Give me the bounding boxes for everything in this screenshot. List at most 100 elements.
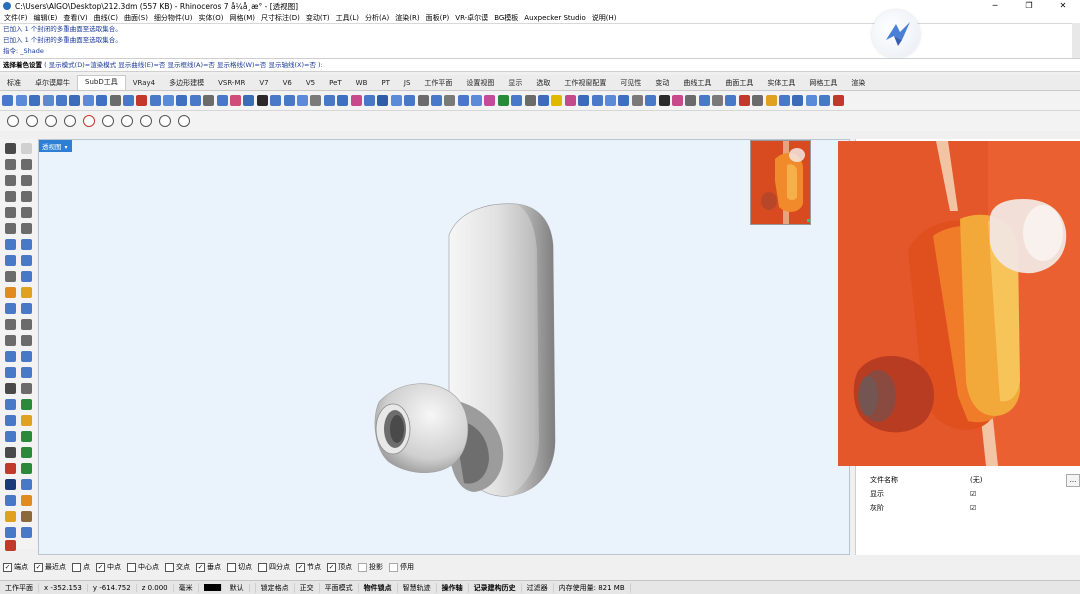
menu-view[interactable]: 查看(V) (63, 13, 87, 23)
shell-icon[interactable] (21, 303, 32, 314)
tab-wb[interactable]: WB (349, 77, 375, 90)
subd-refine-icon[interactable] (444, 95, 456, 106)
point-icon[interactable] (21, 143, 32, 154)
menu-file[interactable]: 文件(F) (4, 13, 28, 23)
osnap-perp[interactable]: ✓ 垂点 (196, 562, 221, 572)
menu-render[interactable]: 渲染(R) (395, 13, 419, 23)
subd-stitch-icon[interactable] (310, 95, 322, 106)
subd-reflect-icon[interactable] (417, 95, 429, 106)
status-osnap[interactable]: 物件锁点 (359, 582, 398, 593)
dimension-icon[interactable] (21, 415, 32, 426)
osnap-checkbox[interactable] (127, 562, 136, 572)
subd-sphere3-icon[interactable] (712, 95, 724, 106)
status-cplane[interactable]: 工作平面 (0, 582, 39, 593)
boolean-difference-icon[interactable] (21, 287, 32, 298)
command-history-scrollbar[interactable] (1072, 23, 1080, 58)
subd-green-tool-icon[interactable] (497, 95, 509, 106)
osnap-project[interactable]: 投影 (358, 562, 383, 572)
subd-cube5-icon[interactable] (631, 95, 643, 106)
subd-match-icon[interactable] (538, 95, 550, 106)
tab-v6[interactable]: V6 (276, 77, 299, 90)
subd-bridge-icon[interactable] (216, 95, 228, 106)
measure-icon[interactable] (83, 115, 95, 127)
trim-icon[interactable] (21, 463, 32, 474)
no-sign-icon[interactable] (7, 115, 19, 127)
osnap-checkbox[interactable] (258, 562, 267, 572)
tab-v7[interactable]: V7 (252, 77, 275, 90)
polygon-icon[interactable] (5, 207, 16, 218)
menu-bg-template[interactable]: BG模板 (494, 13, 518, 23)
subd-cog-icon[interactable] (685, 95, 697, 106)
subd-rail-revolve-icon[interactable] (176, 95, 188, 106)
subd-crease-icon[interactable] (283, 95, 295, 106)
menu-transform[interactable]: 变动(T) (306, 13, 330, 23)
gear-select-icon[interactable] (121, 115, 133, 127)
boolean-union-icon[interactable] (5, 287, 16, 298)
menu-dimension[interactable]: 尺寸标注(D) (261, 13, 300, 23)
subd-to-nurbs-icon[interactable] (471, 95, 483, 106)
offset-curve-icon[interactable] (5, 223, 16, 234)
surface-edge-icon[interactable] (21, 239, 32, 250)
tab-set-view[interactable]: 设置视图 (459, 77, 501, 90)
reference-thumbnail[interactable] (750, 140, 811, 225)
command-prompt[interactable]: 选择着色设置 ( 显示模式(D)=渲染模式 显示曲线(E)=否 显示框线(A)=… (0, 58, 1080, 72)
browse-button[interactable]: ... (1066, 473, 1080, 487)
tab-render[interactable]: 渲染 (844, 77, 872, 90)
status-grid-snap[interactable]: 锁定格点 (256, 582, 295, 593)
tab-standard[interactable]: 标准 (0, 77, 28, 90)
fillet-curve-icon[interactable] (21, 223, 32, 234)
osnap-checkbox[interactable]: ✓ (34, 562, 43, 572)
tab-cplane[interactable]: 工作平面 (417, 77, 459, 90)
tab-pet[interactable]: PeT (322, 77, 349, 90)
subd-box-icon[interactable] (15, 95, 27, 106)
menu-tools[interactable]: 工具(L) (336, 13, 359, 23)
lasso-icon[interactable] (26, 115, 38, 127)
columns-icon[interactable] (21, 495, 32, 506)
filter-icon[interactable] (45, 115, 57, 127)
surface-corner-icon[interactable] (5, 239, 16, 250)
osnap-vertex[interactable]: ✓ 顶点 (327, 562, 352, 572)
sphere-solid-icon[interactable] (21, 255, 32, 266)
scissors-icon[interactable] (159, 115, 171, 127)
osnap-checkbox[interactable]: ✓ (3, 562, 12, 572)
subd-extrude-icon[interactable] (136, 95, 148, 106)
subd-fill-icon[interactable] (230, 95, 242, 106)
subd-grid-icon[interactable] (404, 95, 416, 106)
subd-mesh-to-subd-icon[interactable] (457, 95, 469, 106)
osnap-knot[interactable]: ✓ 节点 (296, 562, 321, 572)
subd-weld-icon[interactable] (350, 95, 362, 106)
osnap-checkbox[interactable]: ✓ (296, 562, 305, 572)
snowflake-icon[interactable] (5, 495, 16, 506)
subd-wire-icon[interactable] (511, 95, 523, 106)
status-history[interactable]: 记录建构历史 (469, 582, 522, 593)
menu-help[interactable]: 说明(H) (592, 13, 617, 23)
key-icon[interactable] (5, 511, 16, 522)
subd-cone-icon[interactable] (42, 95, 54, 106)
subd-stack-icon[interactable] (805, 95, 817, 106)
tab-vsr-mr[interactable]: VSR-MR (211, 77, 252, 90)
scale-icon[interactable] (21, 335, 32, 346)
status-ortho[interactable]: 正交 (295, 582, 320, 593)
ellipse-icon[interactable] (21, 207, 32, 218)
menu-vr[interactable]: VR-卓尔谟 (455, 13, 488, 23)
subd-plane-icon[interactable] (82, 95, 94, 106)
minimize-button[interactable]: ─ (978, 0, 1012, 12)
subd-append-icon[interactable] (243, 95, 255, 106)
menu-analyze[interactable]: 分析(A) (365, 13, 389, 23)
subd-insert-edge-icon[interactable] (256, 95, 268, 106)
subd-mesh-from-lines-icon[interactable] (189, 95, 201, 106)
osnap-disable[interactable]: 停用 (389, 562, 414, 572)
osnap-center[interactable]: 中心点 (127, 562, 159, 572)
transform-icon[interactable] (5, 399, 16, 410)
status-gumball[interactable]: 操作轴 (437, 582, 469, 593)
check-circle-icon[interactable] (64, 115, 76, 127)
subd-loft-icon[interactable] (122, 95, 134, 106)
status-layer[interactable]: 默认 (199, 582, 256, 593)
move-icon[interactable] (5, 319, 16, 330)
subd-pink-tool-icon[interactable] (564, 95, 576, 106)
loft-icon[interactable] (21, 271, 32, 282)
maximize-button[interactable]: ❐ (1012, 0, 1046, 12)
menu-surface[interactable]: 曲面(S) (124, 13, 148, 23)
subd-slide-icon[interactable] (270, 95, 282, 106)
close-button[interactable]: ✕ (1046, 0, 1080, 12)
